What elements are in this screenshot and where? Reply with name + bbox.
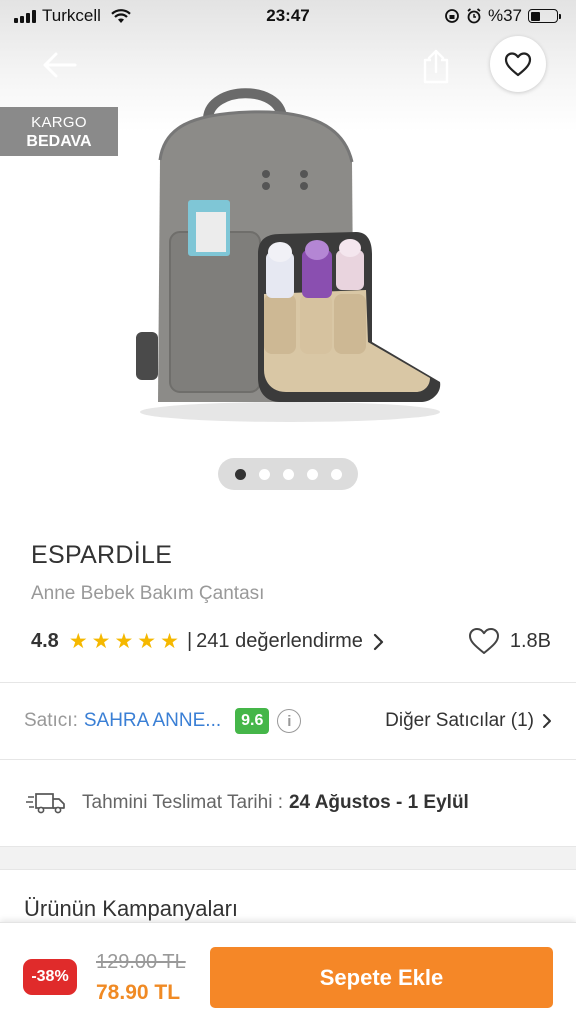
star-icon: ★ [114,630,134,653]
other-sellers-link[interactable]: Diğer Satıcılar (1) [385,710,552,732]
pagination-dot-2[interactable] [258,468,270,480]
pagination-dot-3[interactable] [282,468,294,480]
section-divider [0,846,576,870]
product-image-backpack[interactable] [130,82,446,430]
current-price: 78.90 TL [96,981,181,1004]
chevron-right-icon[interactable] [373,633,385,651]
star-icon: ★ [160,630,179,653]
discount-badge: -38% [23,959,77,995]
rating-separator: | [186,630,193,652]
signal-icon [14,9,36,23]
chevron-right-icon [543,714,551,728]
badge-line-1: KARGO [31,113,87,131]
heart-icon [504,52,532,77]
badge-line-2: BEDAVA [26,132,92,150]
rating-stars: ★ ★ ★ ★ ★ [69,631,179,652]
rating-value: 4.8 [31,630,59,652]
carrier-name: Turkcell [42,6,101,25]
alarm-icon [467,8,481,24]
pagination-dot-1[interactable] [234,468,246,480]
seller-name-link[interactable]: SAHRA ANNE... [84,710,221,732]
pagination-dot-4[interactable] [306,468,318,480]
product-title: Anne Bebek Bakım Çantası [31,583,265,604]
add-to-cart-button[interactable]: Sepete Ekle [210,947,553,1008]
battery-icon [528,9,561,23]
back-button[interactable] [38,44,80,86]
reviews-link[interactable]: 241 değerlendirme [196,630,363,653]
image-pagination[interactable] [218,458,358,490]
star-icon: ★ [91,630,111,653]
campaigns-title: Ürünün Kampanyaları [24,896,239,921]
seller-row: Satıcı: SAHRA ANNE... 9.6 i Diğer Satıcı… [0,683,576,760]
status-bar: Turkcell 23:47 %37 [0,0,576,32]
favorites-number: 1.8B [509,629,551,652]
share-icon [423,49,449,84]
product-info: ESPARDİLE Anne Bebek Bakım Çantası 4.8 ★… [0,505,576,683]
delivery-date: 24 Ağustos - 1 Eylül [288,792,469,813]
heart-outline-icon [468,628,499,654]
star-icon: ★ [137,630,157,653]
seller-label: Satıcı: [24,710,78,731]
wifi-icon [111,8,131,23]
info-icon[interactable]: i [277,709,302,733]
favorite-button[interactable] [490,36,546,92]
orientation-lock-icon [445,9,459,23]
product-image-gallery[interactable]: KARGO BEDAVA [0,0,576,505]
star-icon: ★ [68,630,88,653]
favorites-count[interactable]: 1.8B [468,627,551,655]
brand-name[interactable]: ESPARDİLE [31,541,172,570]
pagination-dot-5[interactable] [330,468,342,480]
other-sellers-label: Diğer Satıcılar (1) [385,710,534,731]
arrow-left-icon [43,52,77,78]
free-shipping-badge: KARGO BEDAVA [0,107,118,156]
battery-percent: %37 [487,6,522,25]
old-price: 129.00 TL [96,951,186,973]
delivery-label: Tahmini Teslimat Tarihi : [82,792,283,813]
seller-score-badge: 9.6 [235,708,270,734]
delivery-row: Tahmini Teslimat Tarihi : 24 Ağustos - 1… [0,760,576,846]
campaigns-section: Ürünün Kampanyaları [0,870,576,930]
bottom-purchase-bar: -38% 129.00 TL 78.90 TL Sepete Ekle [0,922,576,1024]
rating-row: 4.8 ★ ★ ★ ★ ★ | 241 değerlendirme 1.8B [31,627,551,655]
truck-icon [26,791,66,815]
